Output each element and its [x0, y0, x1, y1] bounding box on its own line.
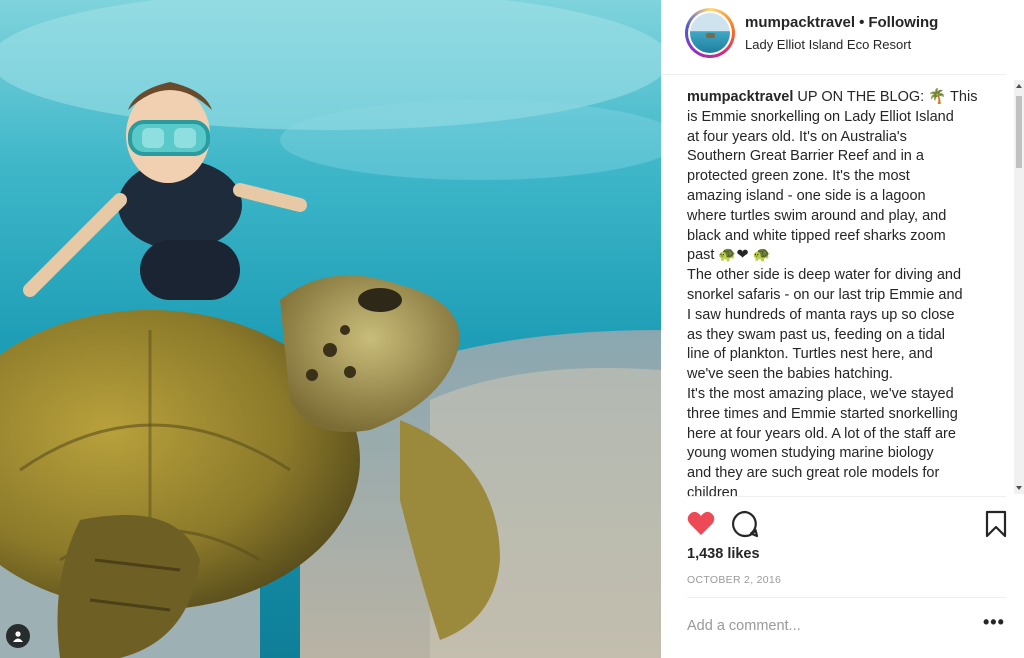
caption-line: children	[687, 484, 738, 496]
caption-line: and they are such great role models for	[687, 465, 940, 482]
caption-line: I saw hundreds of manta rays up so close	[687, 306, 955, 323]
header-user-line: mumpacktravel • Following	[745, 14, 938, 31]
caption-line: where turtles swim around and play, and	[687, 207, 947, 224]
caption-line: The other side is deep water for diving …	[687, 267, 962, 284]
underwater-turtle-image	[0, 0, 661, 658]
caption-line: we've seen the babies hatching.	[687, 366, 893, 383]
caption-line: Southern Great Barrier Reef and in a	[687, 148, 924, 165]
scroll-down-arrow-icon[interactable]	[1016, 486, 1022, 490]
scroll-thumb[interactable]	[1016, 96, 1022, 168]
action-bar	[687, 508, 1017, 540]
caption-line: as they swam past us, feeding on a tidal	[687, 326, 945, 343]
caption-line: is Emmie snorkelling on Lady Elliot Isla…	[687, 108, 954, 125]
caption-line: protected green zone. It's the most	[687, 168, 910, 185]
likes-count[interactable]: 1,438 likes	[687, 546, 760, 562]
heart-icon[interactable]	[687, 510, 715, 541]
more-options-icon[interactable]: •••	[983, 612, 1005, 633]
post-date[interactable]: OCTOBER 2, 2016	[687, 574, 781, 586]
post-photo[interactable]	[0, 0, 661, 658]
user-tag-icon[interactable]	[6, 624, 30, 648]
caption-text-segment: UP ON THE BLOG: 🌴 This	[797, 89, 978, 105]
caption-line: snorkel safaris - on our last trip Emmie…	[687, 286, 963, 303]
caption-text: mumpacktravel UP ON THE BLOG: 🌴 This is E…	[687, 88, 987, 496]
caption-line: young women studying marine biology	[687, 445, 934, 462]
caption-line: past 🐢❤ 🐢	[687, 247, 771, 264]
caption-line: mumpacktravel UP ON THE BLOG: 🌴 This	[687, 88, 987, 108]
username-link[interactable]: mumpacktravel	[745, 14, 855, 31]
caption-line: here at four years old. A lot of the sta…	[687, 425, 956, 442]
comment-icon[interactable]	[731, 510, 759, 543]
avatar[interactable]	[685, 8, 735, 58]
caption-scrollbar[interactable]	[1014, 80, 1024, 494]
post-side-panel: mumpacktravel • Following Lady Elliot Isla…	[661, 0, 1024, 658]
caption: mumpacktravel UP ON THE BLOG: 🌴 This is E…	[687, 88, 987, 496]
caption-line: black and white tipped reef sharks zoom	[687, 227, 946, 244]
caption-line: at four years old. It's on Australia's	[687, 128, 907, 145]
caption-username-link[interactable]: mumpacktravel	[687, 89, 797, 105]
location-link[interactable]: Lady Elliot Island Eco Resort	[745, 37, 911, 52]
separator-dot: •	[859, 14, 865, 31]
caption-line: three times and Emmie started snorkellin…	[687, 405, 958, 422]
bookmark-icon[interactable]	[985, 510, 1007, 543]
caption-line: It's the most amazing place, we've staye…	[687, 385, 954, 402]
caption-line: line of plankton. Turtles nest here, and	[687, 346, 933, 363]
caption-line: amazing island - one side is a lagoon	[687, 187, 926, 204]
scroll-up-arrow-icon[interactable]	[1016, 84, 1022, 88]
follow-status[interactable]: Following	[868, 14, 938, 31]
divider	[687, 496, 1006, 497]
comment-input[interactable]: Add a comment...	[687, 618, 801, 634]
post-header: mumpacktravel • Following Lady Elliot Isla…	[661, 0, 1006, 75]
divider	[687, 597, 1006, 598]
